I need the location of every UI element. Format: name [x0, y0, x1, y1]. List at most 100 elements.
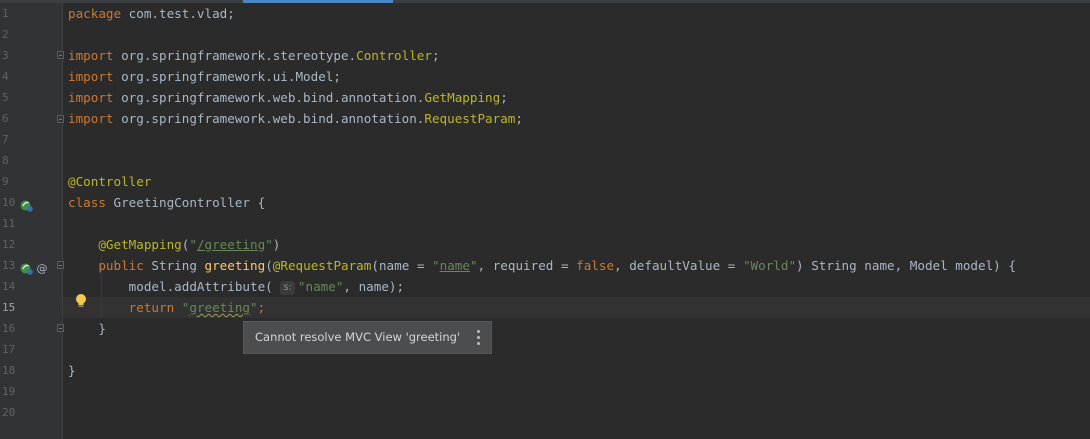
- gutter-line: 20: [0, 402, 62, 423]
- keyword: import: [68, 48, 114, 63]
- keyword: import: [68, 69, 114, 84]
- code-text: (: [265, 258, 273, 273]
- gutter-line: 1: [0, 3, 62, 24]
- gutter-line: 4: [0, 66, 62, 87]
- line-number: 7: [2, 133, 9, 146]
- code-line-3: import org.springframework.stereotype.Co…: [63, 45, 1090, 66]
- string-quote: ": [265, 237, 273, 252]
- line-number: 9: [2, 175, 9, 188]
- code-text: }: [68, 363, 76, 378]
- code-text: ): [272, 237, 281, 252]
- code-line-14: model.addAttribute( s: "name", name);: [63, 276, 1090, 297]
- keyword: class: [68, 195, 106, 210]
- line-number-gutter[interactable]: 1 2 3 4 5 6 7 8 9 10 11 12 13 14 15 16 1…: [0, 3, 64, 439]
- line-number-current: 15: [2, 301, 16, 314]
- gutter-line: 3: [0, 45, 62, 66]
- keyword: import: [68, 111, 114, 126]
- annotation: @GetMapping: [98, 237, 182, 252]
- gutter-line: 5: [0, 87, 62, 108]
- line-number: 3: [2, 49, 9, 62]
- gutter-line: 16: [0, 318, 62, 339]
- code-text: ) String name, Model model) {: [796, 258, 1016, 273]
- string-literal: "World": [742, 258, 797, 273]
- line-number: 8: [2, 154, 9, 167]
- code-line-1: package com.test.vlad;: [63, 3, 1090, 24]
- mapping-path-link[interactable]: /greeting: [197, 237, 265, 252]
- code-line-10: class GreetingController {: [63, 192, 1090, 213]
- code-line-5: import org.springframework.web.bind.anno…: [63, 87, 1090, 108]
- gutter-line: 15: [0, 297, 62, 318]
- code-line-9: @Controller: [63, 171, 1090, 192]
- code-text: org.springframework.ui.Model;: [113, 69, 341, 84]
- code-text: com.test.vlad;: [121, 6, 235, 21]
- string-quote: ": [469, 258, 478, 273]
- line-number: 13: [2, 259, 16, 272]
- class-ref: Controller: [356, 48, 432, 63]
- param-name-link[interactable]: name: [440, 258, 470, 273]
- tooltip-message: Cannot resolve MVC View 'greeting': [255, 330, 461, 344]
- string-quote: ": [250, 300, 258, 315]
- gutter-line: 17: [0, 339, 62, 360]
- parameter-hint: s:: [280, 281, 295, 295]
- code-text: GreetingController {: [105, 195, 266, 210]
- code-text: String: [143, 258, 205, 273]
- code-text: ;: [500, 90, 508, 105]
- gutter-line: 12: [0, 234, 62, 255]
- code-text: org.springframework.web.bind.annotation.: [113, 111, 425, 126]
- spring-bean-icon[interactable]: [20, 262, 33, 275]
- lightbulb-icon[interactable]: [74, 293, 88, 309]
- line-number: 17: [2, 343, 16, 356]
- code-text: , required =: [477, 258, 577, 273]
- code-text: ;: [431, 48, 440, 63]
- line-number: 1: [2, 7, 9, 20]
- gutter-line: 8: [0, 150, 62, 171]
- class-ref: RequestParam: [424, 111, 516, 126]
- line-number: 11: [2, 217, 16, 230]
- keyword: import: [68, 90, 114, 105]
- line-number: 5: [2, 91, 9, 104]
- spring-bean-icon[interactable]: [20, 199, 33, 212]
- code-text: (name =: [371, 258, 433, 273]
- line-number: 4: [2, 70, 9, 83]
- gutter-line: 9: [0, 171, 62, 192]
- code-line-13: public String greeting(@RequestParam(nam…: [63, 255, 1090, 276]
- method-name: greeting: [204, 258, 266, 273]
- code-text: ;: [257, 300, 266, 315]
- code-line-4: import org.springframework.ui.Model;: [63, 66, 1090, 87]
- string-quote: ": [189, 237, 197, 252]
- gutter-line: 19: [0, 381, 62, 402]
- at-mapping-icon[interactable]: @: [36, 262, 48, 275]
- code-line-12: @GetMapping("/greeting"): [63, 234, 1090, 255]
- line-number: 6: [2, 112, 9, 125]
- code-text: ;: [515, 111, 523, 126]
- annotation: @Controller: [68, 174, 152, 189]
- line-number: 14: [2, 280, 16, 293]
- code-editor[interactable]: package com.test.vlad; import org.spring…: [63, 3, 1090, 439]
- gutter-line: 7: [0, 129, 62, 150]
- code-text: org.springframework.stereotype.: [113, 48, 357, 63]
- code-text: org.springframework.web.bind.annotation.: [113, 90, 425, 105]
- vertical-ellipsis-icon[interactable]: [477, 330, 481, 346]
- annotation: @RequestParam: [272, 258, 372, 273]
- string-literal: "name": [297, 279, 344, 294]
- code-text: model.addAttribute(: [128, 279, 281, 294]
- keyword: package: [68, 6, 122, 21]
- code-line-15: return "greeting";: [63, 297, 1090, 318]
- code-text: }: [98, 321, 106, 336]
- unresolved-view-name[interactable]: greeting: [189, 300, 250, 315]
- line-number: 20: [2, 406, 16, 419]
- line-number: 18: [2, 364, 16, 377]
- keyword: false: [576, 258, 615, 273]
- code-line-16: }: [63, 318, 1090, 339]
- gutter-line: 6: [0, 108, 62, 129]
- string-quote: ": [432, 258, 440, 273]
- code-text: , name);: [343, 279, 405, 294]
- line-number: 12: [2, 238, 16, 251]
- class-ref: GetMapping: [424, 90, 501, 105]
- gutter-line: 18: [0, 360, 62, 381]
- line-number: 2: [2, 28, 9, 41]
